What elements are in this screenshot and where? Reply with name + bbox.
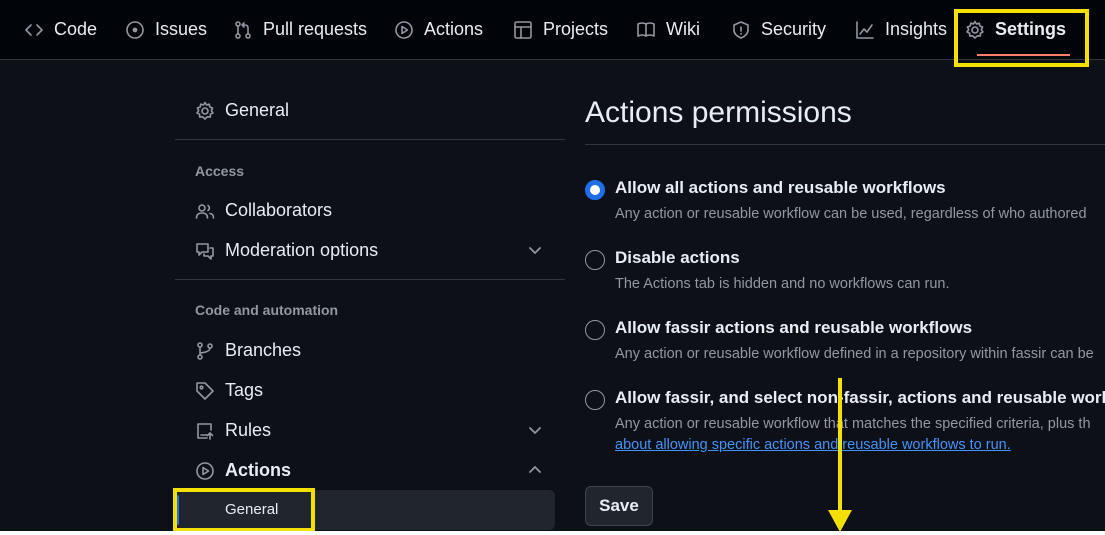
- radio-allow-all[interactable]: [585, 180, 605, 200]
- settings-highlight-box: [954, 9, 1089, 67]
- tab-code-label: Code: [54, 19, 98, 39]
- sidebar-item-branches-label: Branches: [225, 340, 302, 360]
- radio-allow-select[interactable]: [585, 390, 605, 410]
- sidebar-item-tags-label: Tags: [225, 380, 264, 400]
- tab-security[interactable]: Security: [731, 0, 826, 59]
- repo-push-icon: [197, 422, 214, 440]
- sidebar-item-moderation[interactable]: Moderation options: [195, 240, 378, 261]
- option-description: The Actions tab is hidden and no workflo…: [615, 276, 950, 292]
- tab-insights[interactable]: Insights: [855, 0, 947, 59]
- play-icon: [395, 20, 413, 39]
- page-bottom-edge: [0, 531, 1105, 535]
- sidebar-item-collaborators-label: Collaborators: [225, 200, 333, 220]
- sidebar-heading-code-automation: Code and automation: [195, 302, 339, 318]
- tab-insights-label: Insights: [885, 19, 948, 39]
- option-title: Allow fassir, and select non-fassir, act…: [615, 388, 1105, 407]
- title-divider: [585, 144, 1105, 145]
- sidebar-item-branches[interactable]: Branches: [195, 340, 301, 361]
- tab-issues-label: Issues: [155, 19, 208, 39]
- tab-security-label: Security: [761, 19, 827, 39]
- pull-request-icon: [235, 20, 251, 39]
- sidebar-item-rules-label: Rules: [225, 420, 272, 440]
- issue-icon: [126, 20, 144, 39]
- sidebar-divider: [175, 279, 565, 280]
- option-title: Disable actions: [615, 248, 740, 267]
- sidebar-item-collaborators[interactable]: Collaborators: [195, 200, 332, 221]
- tab-wiki-label: Wiki: [666, 19, 700, 39]
- tab-pull-requests[interactable]: Pull requests: [233, 0, 367, 59]
- radio-disable[interactable]: [585, 250, 605, 270]
- option-description: Any action or reusable workflow defined …: [615, 346, 1094, 362]
- option-title: Allow all actions and reusable workflows: [615, 178, 946, 197]
- sidebar-heading-access: Access: [195, 163, 245, 179]
- repo-nav: Code Issues Pull requests Actions Projec…: [0, 0, 1105, 60]
- tab-wiki[interactable]: Wiki: [636, 0, 700, 59]
- sidebar-divider: [175, 139, 565, 140]
- option-description: Any action or reusable workflow can be u…: [615, 206, 1087, 222]
- tab-pull-requests-label: Pull requests: [263, 19, 368, 39]
- tab-actions[interactable]: Actions: [394, 0, 483, 59]
- sidebar-item-actions-label: Actions: [225, 460, 292, 480]
- tag-icon: [196, 381, 214, 400]
- sidebar-item-tags[interactable]: Tags: [195, 380, 263, 401]
- option-title: Allow fassir actions and reusable workfl…: [615, 318, 973, 337]
- annotation-arrow: [828, 378, 852, 532]
- general-highlight-box: [173, 488, 315, 532]
- sidebar-item-rules[interactable]: Rules: [195, 420, 271, 441]
- tab-issues[interactable]: Issues: [125, 0, 207, 59]
- sidebar-item-general[interactable]: General: [195, 100, 289, 121]
- tab-projects-label: Projects: [543, 19, 609, 39]
- graph-icon: [856, 20, 874, 39]
- learn-more-link[interactable]: about allowing specific actions and reus…: [615, 437, 1011, 453]
- sidebar-item-general-label: General: [225, 100, 290, 120]
- tab-code[interactable]: Code: [24, 0, 97, 59]
- play-icon: [196, 461, 214, 480]
- tab-actions-label: Actions: [424, 19, 484, 39]
- sidebar-item-actions[interactable]: Actions: [195, 460, 291, 481]
- chevron-down-icon[interactable]: [527, 242, 543, 258]
- table-icon: [514, 20, 532, 39]
- tab-projects[interactable]: Projects: [513, 0, 608, 59]
- shield-icon: [733, 20, 749, 39]
- comment-discussion-icon: [196, 242, 214, 260]
- radio-allow-org[interactable]: [585, 320, 605, 340]
- page-title: Actions permissions: [585, 96, 852, 129]
- people-icon: [195, 203, 215, 219]
- code-icon: [25, 23, 43, 36]
- chevron-up-icon[interactable]: [527, 462, 543, 478]
- chevron-down-icon[interactable]: [527, 422, 543, 438]
- sidebar-item-moderation-label: Moderation options: [225, 240, 379, 260]
- book-icon: [637, 21, 655, 37]
- gear-icon: [196, 101, 214, 120]
- save-button[interactable]: Save: [585, 486, 653, 526]
- branch-icon: [197, 341, 213, 360]
